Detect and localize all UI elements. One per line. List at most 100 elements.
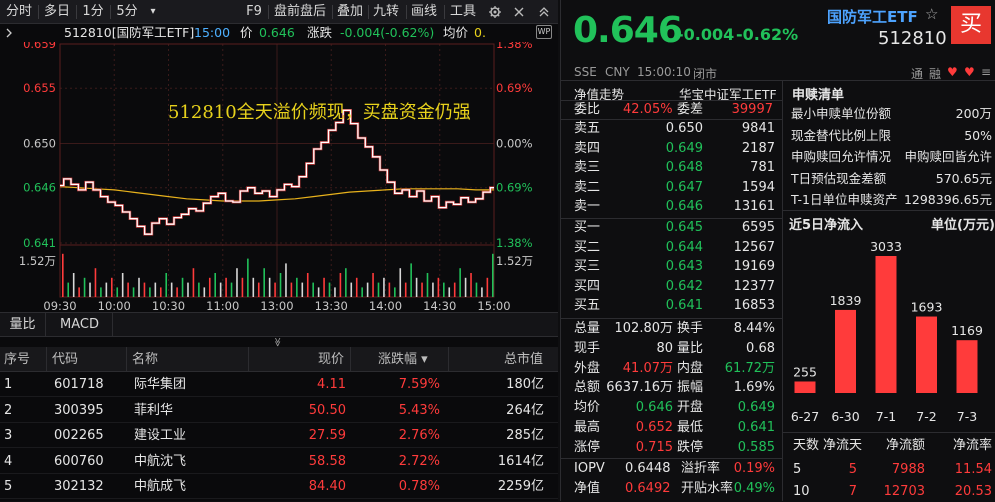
period-dropdown-icon[interactable]: ▾ (144, 0, 162, 24)
subscription-value: 申购赎回皆允许 (904, 149, 992, 164)
volume-bar (350, 282, 353, 297)
stat-row: 现手 80 量比 0.68 (561, 341, 781, 358)
table-row[interactable]: 5 302132 中航成飞 84.40 0.78% 2259亿 (0, 475, 558, 499)
bid-volume: 16853 (733, 298, 775, 313)
nav-row: 净值 0.6492 开贴水率 0.49% (561, 481, 781, 498)
bid-level-row[interactable]: 买五 0.641 16853 (561, 298, 781, 315)
collapse-handle[interactable]: ≪ (0, 337, 558, 347)
subscription-row: 现金替代比例上限 50% (788, 126, 995, 145)
overlay-button[interactable]: 叠加 (334, 0, 366, 24)
volume-bar (83, 277, 86, 297)
ask-price: 0.646 (665, 199, 703, 214)
bid-level-row[interactable]: 买一 0.645 6595 (561, 220, 781, 237)
row-change-pct: 0.78% (398, 479, 440, 494)
pct-tick-label: 0.69% (496, 81, 533, 95)
row-code: 600760 (54, 453, 104, 469)
tools-button[interactable]: 工具 (446, 0, 480, 24)
pre-after-button[interactable]: 盘前盘后 (270, 0, 330, 24)
close-icon[interactable] (508, 0, 530, 24)
netflow-col-header: 天数 (793, 438, 820, 453)
wp-icon[interactable]: WP (536, 25, 552, 39)
ask-level-row[interactable]: 卖五 0.650 9841 (561, 121, 781, 138)
collapse-up-icon[interactable] (532, 0, 556, 24)
price-change-pct: -0.62% (736, 25, 799, 44)
ask-label: 卖四 (574, 140, 601, 156)
subscription-value: 570.65元 (935, 170, 992, 186)
buy-button[interactable]: 买 (951, 6, 991, 44)
bid-label: 买四 (574, 278, 601, 294)
stat-label-2: 量比 (677, 340, 704, 356)
time-tick-label: 14:00 (369, 299, 402, 312)
draw-line-button[interactable]: 画线 (408, 0, 440, 24)
table-row[interactable]: 1 601718 际华集团 4.11 7.59% 180亿 (0, 373, 558, 397)
col-header-name[interactable]: 名称 (132, 347, 158, 372)
netflow-col-header: 净流天 (822, 438, 862, 453)
heart-outline-icon[interactable]: ♥ (964, 65, 975, 79)
volume-bar (154, 282, 157, 297)
chart-panel: 分时 多日 1分 5分 ▾ F9 盘前盘后 叠加 九转 画线 工具 512810… (0, 0, 558, 501)
netflow-bar-value: 1839 (830, 293, 862, 308)
favorite-star-icon[interactable]: ☆ (925, 5, 938, 23)
last-price: 0.646 (573, 10, 683, 51)
netflow-inflow-days: 7 (848, 484, 857, 499)
bid-price: 0.641 (665, 298, 703, 313)
volume-bar (116, 287, 119, 297)
tab-timeshare[interactable]: 分时 (0, 0, 38, 24)
chart-toolbar: 分时 多日 1分 5分 ▾ F9 盘前盘后 叠加 九转 画线 工具 (0, 0, 558, 24)
f9-button[interactable]: F9 (240, 0, 268, 24)
tab-macd[interactable]: MACD (47, 313, 113, 337)
gear-icon[interactable] (484, 0, 506, 24)
ask-price: 0.649 (665, 140, 703, 156)
stat-label: 现手 (574, 340, 601, 356)
row-index: 5 (4, 479, 13, 494)
bid-price: 0.645 (665, 220, 703, 235)
fund-name: 国防军工ETF (827, 8, 918, 26)
tab-volume-ratio[interactable]: 量比 (0, 313, 46, 337)
table-row[interactable]: 2 300395 菲利华 50.50 5.43% 264亿 (0, 399, 558, 423)
col-header-change-pct[interactable]: 涨跌幅 ▾ (378, 347, 428, 372)
stat-row: 总额 6637.16万 振幅 1.69% (561, 380, 781, 397)
subscription-label: 现金替代比例上限 (791, 127, 892, 143)
row-change-pct: 5.43% (398, 402, 440, 418)
ask-level-row[interactable]: 卖一 0.646 13161 (561, 199, 781, 216)
ask-level-row[interactable]: 卖三 0.648 781 (561, 160, 781, 177)
heart-icon[interactable]: ♥ (947, 65, 958, 79)
expand-icon[interactable] (6, 26, 14, 40)
col-header-code[interactable]: 代码 (52, 347, 78, 372)
ask-price: 0.647 (665, 179, 703, 195)
volume-bar (198, 282, 200, 297)
volume-bar (437, 277, 440, 297)
col-header-index[interactable]: 序号 (4, 347, 30, 372)
nav-value: 0.6492 (625, 481, 671, 496)
price-tick-label: 0.650 (23, 137, 56, 151)
bid-volume: 12377 (733, 278, 775, 294)
table-row[interactable]: 4 600760 中航沈飞 58.58 2.72% 1614亿 (0, 450, 558, 474)
volume-bar (426, 273, 429, 297)
netflow-bar-value: 3033 (870, 239, 902, 254)
row-name: 菲利华 (134, 402, 174, 418)
volume-bar (290, 282, 293, 297)
tab-1min[interactable]: 1分 (78, 0, 108, 24)
menu-icon[interactable]: ≡ (981, 65, 991, 79)
bid-level-row[interactable]: 买二 0.644 12567 (561, 240, 781, 257)
row-market-cap: 264亿 (506, 402, 544, 418)
stat-value-2: 0.585 (737, 439, 775, 455)
col-header-market-cap[interactable]: 总市值 (504, 347, 543, 372)
bid-level-row[interactable]: 买三 0.643 19169 (561, 259, 781, 276)
volume-bar (121, 273, 124, 297)
col-header-price[interactable]: 现价 (318, 347, 344, 372)
netflow-table-row: 5 5 7988 11.54 (788, 459, 995, 480)
bid-level-row[interactable]: 买四 0.642 12377 (561, 279, 781, 296)
ask-level-row[interactable]: 卖四 0.649 2187 (561, 141, 781, 158)
tab-5min[interactable]: 5分 (112, 0, 142, 24)
open-premium-value: 0.49% (733, 481, 775, 496)
ask-level-row[interactable]: 卖二 0.647 1594 (561, 180, 781, 197)
nine-turn-button[interactable]: 九转 (370, 0, 402, 24)
netflow-rate: 20.53 (954, 484, 992, 499)
ask-label: 卖三 (574, 160, 601, 175)
row-price: 58.58 (308, 453, 346, 469)
row-index: 3 (4, 428, 13, 443)
tab-multi-day[interactable]: 多日 (39, 0, 75, 24)
volume-bar (274, 282, 276, 297)
table-row[interactable]: 3 002265 建设工业 27.59 2.76% 285亿 (0, 424, 558, 448)
